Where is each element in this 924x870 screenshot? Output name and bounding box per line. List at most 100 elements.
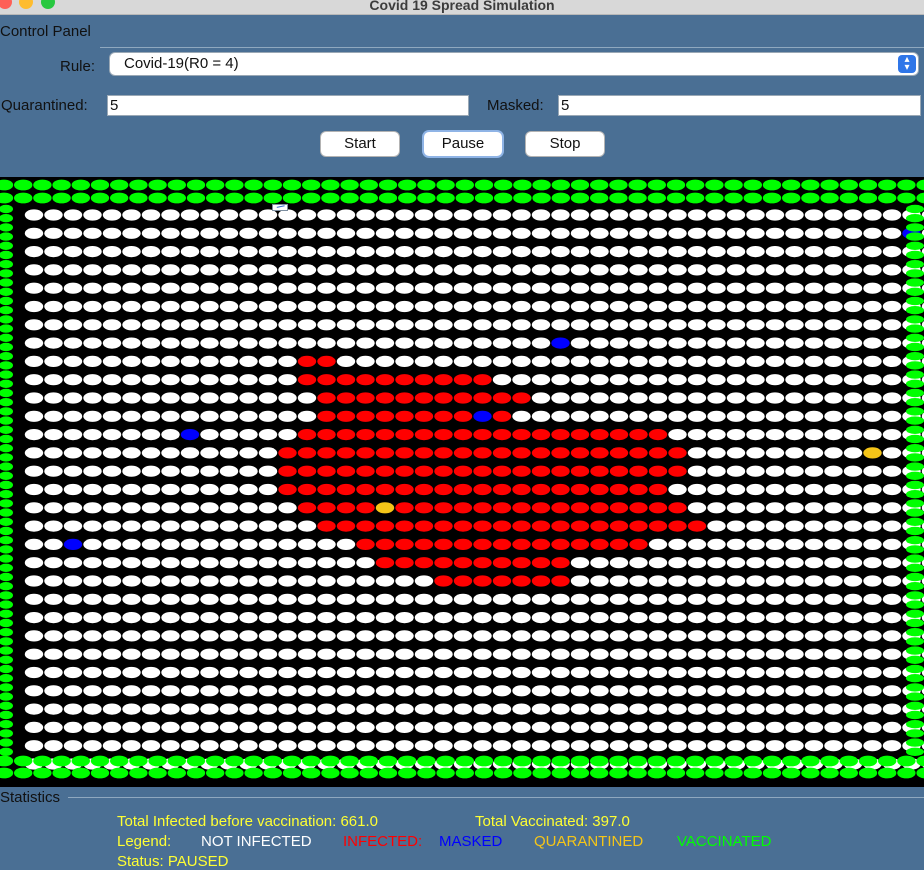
cell-infected (375, 392, 395, 404)
pause-button[interactable]: Pause (424, 132, 502, 156)
masked-input[interactable]: 5 (558, 95, 921, 116)
cell-not-infected (882, 392, 902, 404)
cell-not-infected (668, 227, 687, 239)
cell-not-infected (414, 209, 434, 221)
cell-not-infected (551, 703, 570, 715)
cell-vaccinated (302, 755, 321, 767)
cell-not-infected (687, 282, 707, 294)
cell-not-infected (219, 392, 239, 404)
cell-not-infected (726, 429, 746, 441)
cell-not-infected (180, 465, 200, 477)
cell-not-infected (102, 703, 122, 715)
cell-not-infected (317, 740, 336, 752)
cell-infected (356, 392, 375, 404)
cell-vaccinated (906, 609, 924, 618)
cell-not-infected (83, 246, 102, 258)
cell-not-infected (258, 740, 278, 752)
cell-vaccinated (762, 179, 782, 191)
cell-not-infected (765, 593, 785, 605)
simulation-grid[interactable] (0, 177, 924, 787)
cell-not-infected (551, 282, 570, 294)
cell-not-infected (180, 483, 200, 496)
cell-vaccinated (417, 755, 436, 767)
cell-infected (492, 502, 512, 514)
cell-not-infected (609, 319, 629, 331)
cell-not-infected (726, 300, 746, 313)
stop-button[interactable]: Stop (526, 132, 604, 156)
cell-not-infected (297, 703, 317, 715)
cell-vaccinated (225, 179, 244, 191)
cell-vaccinated (906, 499, 924, 508)
cell-infected (668, 465, 687, 477)
cell-infected (590, 465, 609, 477)
cell-not-infected (473, 355, 492, 367)
cell-infected (570, 429, 590, 441)
cell-not-infected (551, 264, 570, 276)
cell-infected (434, 374, 453, 386)
cell-not-infected (746, 502, 765, 514)
cell-not-infected (785, 721, 804, 734)
cell-not-infected (609, 355, 629, 367)
cell-not-infected (44, 465, 63, 477)
cell-not-infected (297, 300, 317, 313)
cell-not-infected (824, 575, 843, 587)
cell-not-infected (765, 227, 785, 239)
cell-not-infected (804, 520, 824, 532)
cell-not-infected (882, 227, 902, 239)
cell-not-infected (824, 337, 843, 349)
cell-infected (375, 374, 395, 386)
cell-not-infected (356, 355, 375, 367)
cell-not-infected (122, 209, 141, 221)
cell-not-infected (414, 264, 434, 276)
cell-not-infected (219, 337, 239, 349)
cell-vaccinated (647, 755, 666, 767)
cell-not-infected (180, 227, 200, 239)
cell-not-infected (804, 209, 824, 221)
cell-vaccinated (110, 192, 129, 204)
cell-not-infected (336, 246, 356, 258)
cell-not-infected (570, 575, 590, 587)
cell-quarantined (863, 447, 882, 459)
cell-not-infected (44, 300, 63, 313)
cell-not-infected (765, 429, 785, 441)
cell-not-infected (239, 282, 258, 294)
rule-select[interactable]: Covid-19(R0 = 4) ▴ ▾ (110, 53, 918, 75)
cell-vaccinated (302, 179, 321, 191)
cell-not-infected (843, 630, 863, 642)
cell-vaccinated (244, 179, 263, 191)
cell-not-infected (317, 575, 336, 587)
cell-not-infected (629, 685, 648, 697)
cell-not-infected (180, 410, 200, 422)
cell-vaccinated (906, 692, 924, 701)
cell-infected (414, 538, 434, 550)
cell-not-infected (804, 429, 824, 441)
cell-vaccinated (206, 179, 225, 191)
cell-not-infected (570, 337, 590, 349)
cell-not-infected (765, 410, 785, 422)
cell-not-infected (882, 264, 902, 276)
cell-vaccinated (513, 192, 532, 204)
cell-not-infected (785, 740, 804, 752)
cell-vaccinated (839, 179, 858, 191)
cell-not-infected (141, 483, 161, 496)
cell-not-infected (297, 227, 317, 239)
cell-infected (395, 374, 414, 386)
cell-not-infected (804, 740, 824, 752)
cell-infected (395, 447, 414, 459)
cell-not-infected (687, 557, 707, 569)
cell-vaccinated (820, 192, 839, 204)
cell-not-infected (161, 557, 180, 569)
cell-not-infected (687, 538, 707, 550)
cell-infected (492, 429, 512, 441)
quarantined-input[interactable]: 5 (107, 95, 469, 116)
cell-not-infected (668, 685, 687, 697)
cell-not-infected (63, 319, 83, 331)
cell-not-infected (765, 209, 785, 221)
cell-not-infected (785, 703, 804, 715)
start-button[interactable]: Start (321, 132, 399, 156)
cell-vaccinated (436, 179, 455, 191)
cell-not-infected (687, 502, 707, 514)
cell-not-infected (258, 429, 278, 441)
cell-vaccinated (33, 755, 52, 767)
simulation-canvas[interactable] (0, 177, 924, 787)
